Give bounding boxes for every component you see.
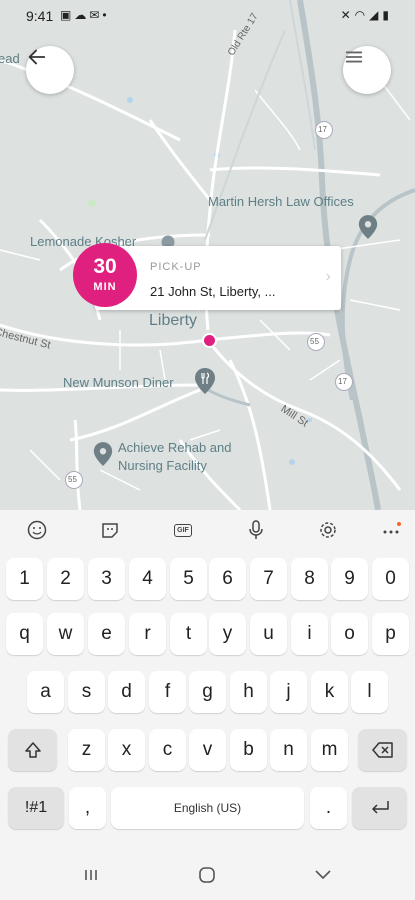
key-8[interactable]: 8 (291, 558, 328, 600)
emoji-icon[interactable] (25, 518, 49, 542)
restaurant-icon[interactable] (193, 367, 217, 395)
microphone-icon[interactable] (244, 518, 268, 542)
map-label-partial: ead (0, 51, 20, 66)
home-icon[interactable] (195, 864, 219, 886)
key-g[interactable]: g (189, 671, 226, 713)
on-screen-keyboard: GIF 1 2 3 4 5 6 7 8 9 0 q w e r t y u i … (0, 510, 415, 850)
status-bar: 9:41 ▣☁✉• ✕◠◢▮ (0, 0, 415, 32)
key-9[interactable]: 9 (331, 558, 368, 600)
poi-label-rehab-line1[interactable]: Achieve Rehab and (118, 440, 231, 455)
wifi-icon: ◠ (354, 8, 370, 22)
back-icon[interactable] (311, 864, 335, 886)
key-0[interactable]: 0 (372, 558, 409, 600)
key-o[interactable]: o (331, 613, 368, 655)
route-shield-55b-label: 55 (68, 475, 77, 484)
pickup-address: 21 John St, Liberty, ... (150, 284, 276, 299)
key-i[interactable]: i (291, 613, 328, 655)
battery-icon: ▮ (382, 8, 393, 22)
poi-label-rehab-line2[interactable]: Nursing Facility (118, 458, 207, 473)
image-icon: ▣ (60, 8, 75, 22)
key-m[interactable]: m (311, 729, 348, 771)
pickup-location-dot (202, 333, 217, 348)
enter-key[interactable] (352, 787, 407, 829)
signal-icon: ◢ (369, 8, 383, 22)
key-1[interactable]: 1 (6, 558, 43, 600)
status-time: 9:41 (26, 8, 54, 24)
eta-unit: MIN (93, 281, 117, 293)
backspace-key[interactable] (358, 729, 407, 771)
comma-key[interactable]: , (69, 787, 106, 829)
sticker-icon[interactable] (98, 518, 122, 542)
route-shield-55a-label: 55 (310, 337, 319, 346)
cloud-icon: ☁ (74, 8, 90, 22)
keyboard-toolbar: GIF (0, 510, 415, 550)
settings-icon[interactable] (316, 518, 340, 542)
key-f[interactable]: f (149, 671, 186, 713)
map-view[interactable]: 9:41 ▣☁✉• ✕◠◢▮ ead Old Rte 17 Chestnut S… (0, 0, 415, 510)
key-e[interactable]: e (88, 613, 125, 655)
key-7[interactable]: 7 (250, 558, 287, 600)
key-u[interactable]: u (250, 613, 287, 655)
key-5[interactable]: 5 (170, 558, 207, 600)
pickup-title: PICK-UP (150, 261, 202, 273)
chevron-right-icon: › (325, 268, 331, 285)
status-system-icons: ✕◠◢▮ (341, 8, 393, 22)
key-6[interactable]: 6 (209, 558, 246, 600)
back-button[interactable] (26, 46, 74, 94)
period-key[interactable]: . (310, 787, 347, 829)
key-4[interactable]: 4 (129, 558, 166, 600)
status-notification-icons: ▣☁✉• (60, 8, 110, 22)
symbols-key[interactable]: !#1 (8, 787, 64, 829)
mail-icon: ✉ (89, 8, 103, 22)
key-z[interactable]: z (68, 729, 105, 771)
key-t[interactable]: t (170, 613, 207, 655)
key-3[interactable]: 3 (88, 558, 125, 600)
eta-badge: 30 MIN (73, 243, 137, 307)
shift-icon (24, 742, 41, 758)
location-pin-icon[interactable] (92, 441, 114, 467)
arrow-left-icon (28, 49, 46, 65)
more-icon[interactable] (379, 518, 403, 542)
key-b[interactable]: b (230, 729, 267, 771)
dot-icon: • (102, 8, 110, 22)
key-v[interactable]: v (189, 729, 226, 771)
key-c[interactable]: c (149, 729, 186, 771)
gif-label: GIF (174, 523, 192, 537)
system-navigation-bar (0, 850, 415, 900)
key-l[interactable]: l (351, 671, 388, 713)
eta-value: 30 (93, 255, 117, 278)
key-p[interactable]: p (372, 613, 409, 655)
key-w[interactable]: w (47, 613, 84, 655)
location-pin-icon[interactable] (357, 214, 379, 240)
enter-icon (371, 801, 389, 814)
mute-icon: ✕ (340, 8, 355, 22)
recent-apps-icon[interactable] (79, 864, 103, 886)
poi-label-diner[interactable]: New Munson Diner (63, 375, 174, 390)
key-d[interactable]: d (108, 671, 145, 713)
space-key[interactable]: English (US) (111, 787, 304, 829)
key-h[interactable]: h (230, 671, 267, 713)
town-label: Liberty (149, 312, 198, 329)
menu-button[interactable] (343, 46, 391, 94)
backspace-icon (371, 742, 393, 758)
key-n[interactable]: n (270, 729, 307, 771)
key-k[interactable]: k (311, 671, 348, 713)
key-2[interactable]: 2 (47, 558, 84, 600)
route-shield-17a-label: 17 (318, 125, 327, 134)
key-y[interactable]: y (209, 613, 246, 655)
route-shield-17b-label: 17 (338, 377, 347, 386)
key-a[interactable]: a (27, 671, 64, 713)
key-x[interactable]: x (108, 729, 145, 771)
shift-key[interactable] (8, 729, 57, 771)
key-q[interactable]: q (6, 613, 43, 655)
key-r[interactable]: r (129, 613, 166, 655)
poi-label-law-offices[interactable]: Martin Hersh Law Offices (208, 194, 354, 209)
key-s[interactable]: s (68, 671, 105, 713)
key-j[interactable]: j (270, 671, 307, 713)
hamburger-icon (345, 51, 363, 63)
gif-icon[interactable]: GIF (171, 518, 195, 542)
